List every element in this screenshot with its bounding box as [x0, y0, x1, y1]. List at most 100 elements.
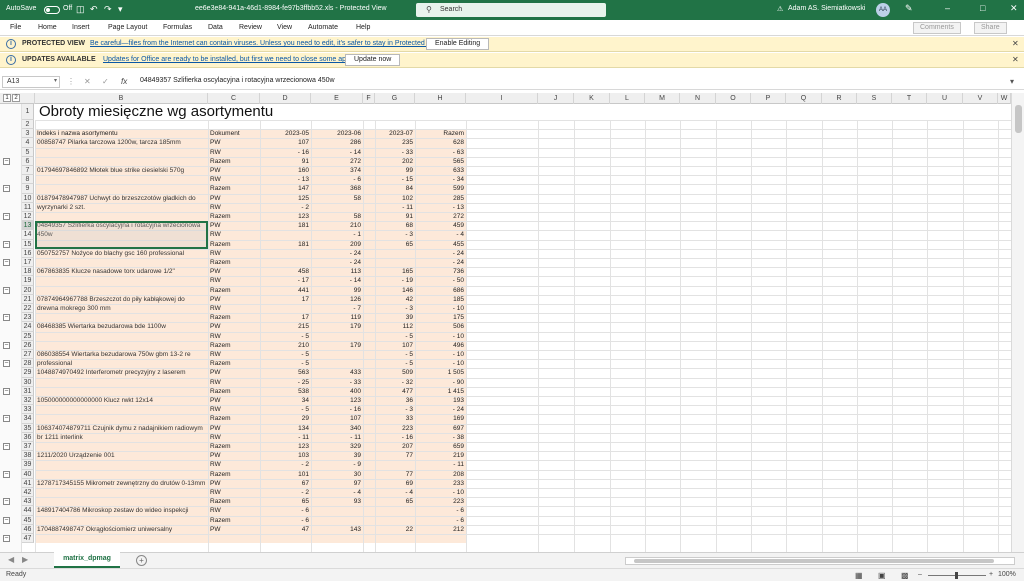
protected-view-message[interactable]: Be careful—files from the Internet can c… — [90, 40, 443, 47]
row-header-3[interactable]: 3 — [22, 129, 34, 139]
sheet-tab-matrix-dpmag[interactable]: matrix_dpmag — [54, 552, 120, 568]
row-header-43[interactable]: 43 — [22, 497, 34, 507]
row-header-38[interactable]: 38 — [22, 451, 34, 461]
close-bar-icon[interactable]: ✕ — [1012, 55, 1019, 64]
menu-review[interactable]: Review — [239, 24, 262, 31]
collapse-group-button[interactable]: – — [3, 157, 10, 165]
prev-sheet-icon[interactable]: ◀ — [8, 555, 14, 564]
item-name-cell[interactable]: 01879478947987 Uchwyt do brzeszczotów gł… — [35, 194, 208, 212]
collapse-group-button[interactable]: – — [3, 516, 10, 524]
row-header-4[interactable]: 4 — [22, 138, 34, 148]
zoom-out-icon[interactable]: – — [918, 571, 922, 578]
zoom-level[interactable]: 100% — [998, 571, 1016, 578]
cancel-icon[interactable]: ✕ — [84, 77, 91, 86]
redo-icon[interactable]: ↷ — [104, 4, 112, 15]
horizontal-scrollbar[interactable] — [625, 557, 1015, 565]
select-all-corner[interactable] — [22, 93, 35, 104]
item-name-cell[interactable]: 08468385 Wiertarka bezudarowa bde 1100w — [35, 322, 208, 331]
pen-icon[interactable]: ✎ — [905, 3, 913, 14]
row-header-39[interactable]: 39 — [22, 460, 34, 470]
menu-automate[interactable]: Automate — [308, 24, 338, 31]
collapse-group-button[interactable]: – — [3, 185, 10, 193]
row-header-6[interactable]: 6 — [22, 156, 34, 166]
row-header-10[interactable]: 10 — [22, 193, 34, 203]
zoom-in-icon[interactable]: + — [989, 571, 993, 578]
column-header-r[interactable]: R — [822, 93, 857, 104]
collapse-group-button[interactable]: – — [3, 470, 10, 478]
row-header-31[interactable]: 31 — [22, 386, 34, 396]
column-header-w[interactable]: W — [998, 93, 1011, 104]
outline-level-1[interactable]: 1 — [3, 94, 11, 102]
row-header-17[interactable]: 17 — [22, 258, 34, 268]
item-name-cell[interactable]: 050752757 Nożyce do blachy gsc 160 profe… — [35, 249, 208, 258]
column-header-b[interactable]: B — [35, 93, 208, 104]
column-header-m[interactable]: M — [645, 93, 680, 104]
value-cell[interactable]: 22 — [375, 525, 415, 535]
collapse-group-button[interactable]: – — [3, 286, 10, 294]
customize-qat-icon[interactable]: ▾ — [118, 4, 123, 15]
row-header-40[interactable]: 40 — [22, 469, 34, 479]
column-header-q[interactable]: Q — [786, 93, 822, 104]
row-header-41[interactable]: 41 — [22, 478, 34, 488]
collapse-group-button[interactable]: – — [3, 259, 10, 266]
collapse-group-button[interactable]: – — [3, 240, 10, 248]
expand-formula-icon[interactable]: ▾ — [1010, 77, 1014, 86]
undo-icon[interactable]: ↶ — [90, 4, 98, 15]
item-name-cell[interactable]: 1211/2020 Urządzenie 001 — [35, 451, 208, 460]
comments-button[interactable]: Comments — [913, 22, 961, 34]
item-name-cell[interactable]: 01794697846892 Młotek blue strike ciesie… — [35, 166, 208, 175]
outline-level-2[interactable]: 2 — [12, 94, 20, 102]
column-header-j[interactable]: J — [538, 93, 574, 104]
row-header-11[interactable]: 11 — [22, 202, 34, 212]
row-header-35[interactable]: 35 — [22, 423, 34, 433]
item-name-cell[interactable]: 106374074879711 Czujnik dymu z nadajniki… — [35, 424, 208, 442]
collapse-group-button[interactable]: – — [3, 341, 10, 349]
column-header-s[interactable]: S — [857, 93, 892, 104]
updates-message[interactable]: Updates for Office are ready to be insta… — [103, 56, 355, 63]
column-header-k[interactable]: K — [574, 93, 610, 104]
item-name-cell[interactable]: 105000000000000000 Klucz rwkt 12x14 — [35, 396, 208, 405]
row-header-9[interactable]: 9 — [22, 184, 34, 194]
row-header-28[interactable]: 28 — [22, 359, 34, 369]
row-header-15[interactable]: 15 — [22, 239, 34, 249]
row-header-34[interactable]: 34 — [22, 414, 34, 424]
item-name-cell[interactable]: 07874964967788 Brzeszczot do piły kabłąk… — [35, 295, 208, 313]
column-header-v[interactable]: V — [963, 93, 998, 104]
row-header-37[interactable]: 37 — [22, 442, 34, 452]
row-header-21[interactable]: 21 — [22, 294, 34, 304]
add-sheet-button[interactable]: + — [136, 555, 147, 566]
column-header-h[interactable]: H — [415, 93, 466, 104]
column-header-o[interactable]: O — [716, 93, 751, 104]
scroll-thumb[interactable] — [634, 559, 994, 563]
row-header-33[interactable]: 33 — [22, 405, 34, 415]
column-header-p[interactable]: P — [751, 93, 786, 104]
row-header-44[interactable]: 44 — [22, 506, 34, 516]
next-sheet-icon[interactable]: ▶ — [22, 555, 28, 564]
document-cell[interactable]: PW — [208, 525, 260, 535]
collapse-group-button[interactable]: – — [3, 415, 10, 423]
row-header-22[interactable]: 22 — [22, 304, 34, 314]
menu-file[interactable]: File — [10, 24, 21, 31]
row-header-29[interactable]: 29 — [22, 368, 34, 378]
formula-content[interactable]: 04849357 Szlifierka oscylacyjna i rotacy… — [140, 77, 335, 84]
row-header-2[interactable]: 2 — [22, 120, 34, 130]
more-icon[interactable]: ⋮ — [67, 77, 75, 86]
collapse-group-button[interactable]: – — [3, 387, 10, 395]
item-name-cell[interactable]: 148917404786 Mikroskop zestaw do wideo i… — [35, 506, 208, 515]
row-header-16[interactable]: 16 — [22, 248, 34, 258]
autosave-toggle[interactable] — [44, 6, 60, 14]
collapse-group-button[interactable]: – — [3, 498, 10, 506]
row-header-1[interactable]: 1 — [22, 104, 34, 120]
collapse-group-button[interactable]: – — [3, 535, 10, 542]
row-header-32[interactable]: 32 — [22, 396, 34, 406]
row-header-27[interactable]: 27 — [22, 350, 34, 360]
column-header-t[interactable]: T — [892, 93, 927, 104]
name-box[interactable]: A13 ▾ — [2, 76, 60, 88]
row-header-36[interactable]: 36 — [22, 432, 34, 442]
share-button[interactable]: Share — [974, 22, 1007, 34]
row-header-47[interactable]: 47 — [22, 534, 34, 544]
close-icon[interactable]: ✕ — [1010, 3, 1018, 14]
row-header-25[interactable]: 25 — [22, 331, 34, 341]
column-header-n[interactable]: N — [680, 93, 716, 104]
save-icon[interactable]: ◫ — [76, 4, 85, 15]
